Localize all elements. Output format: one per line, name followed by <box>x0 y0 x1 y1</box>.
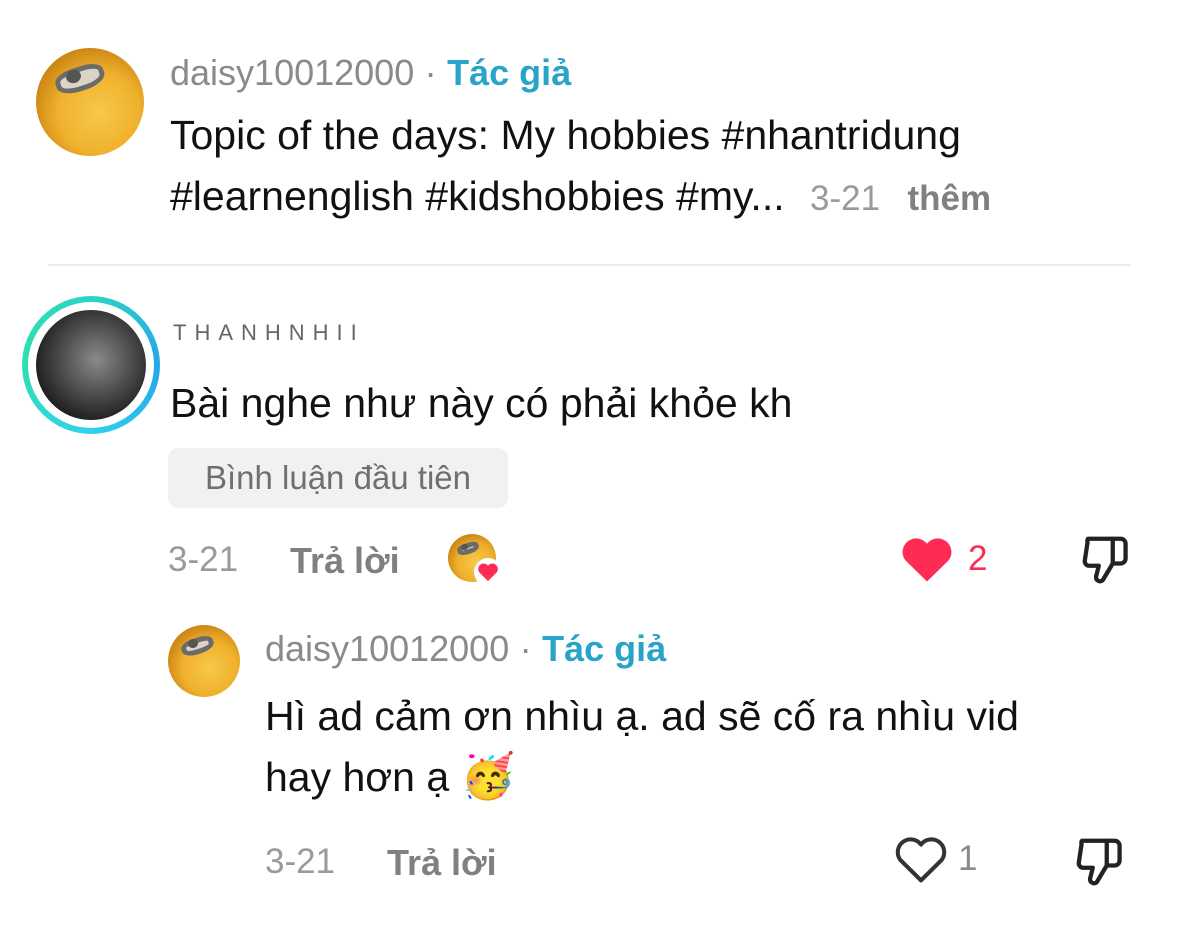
thumbs-down-icon <box>1082 536 1128 584</box>
post-caption-hashtags[interactable]: #learnenglish #kidshobbies #my... <box>170 173 785 219</box>
comment-date: 3-21 <box>168 540 239 579</box>
reply-text-end: hay hơn ạ <box>265 754 450 800</box>
heart-filled-icon <box>902 538 952 582</box>
reply-header: daisy10012000 · Tác giả <box>265 628 666 670</box>
more-link[interactable]: thêm <box>907 179 991 218</box>
party-face-emoji: 🥳 <box>460 752 516 801</box>
reply-like-count: 1 <box>958 839 978 878</box>
separator-dot: · <box>424 52 437 93</box>
author-liked-avatar-icon <box>448 534 502 588</box>
author-avatar[interactable] <box>36 48 144 156</box>
commenter-username[interactable]: THANHNHII <box>173 320 365 346</box>
post-caption-line2: #learnenglish #kidshobbies #my... 3-21 t… <box>170 165 991 230</box>
post-header: daisy10012000 · Tác giả <box>170 52 571 94</box>
reply-username[interactable]: daisy10012000 <box>265 628 509 669</box>
comment-like-button[interactable]: 2 <box>900 534 987 584</box>
separator-dot: · <box>519 628 532 669</box>
comment-text: Bài nghe như này có phải khỏe kh <box>170 380 793 426</box>
reply-author-avatar[interactable] <box>168 625 240 697</box>
comment-dislike-button[interactable] <box>1078 532 1134 591</box>
heart-outline-icon <box>895 837 947 883</box>
reply-text-line2: hay hơn ạ 🥳 <box>265 746 515 808</box>
first-comment-label: Bình luận đầu tiên <box>204 459 472 496</box>
reply-author-badge: Tác giả <box>542 628 667 669</box>
commenter-avatar <box>36 310 146 420</box>
reply-date: 3-21 <box>265 842 336 881</box>
first-comment-badge: Bình luận đầu tiên <box>168 448 508 508</box>
reply-text-line1: Hì ad cảm ơn nhìu ạ. ad sẽ cố ra nhìu vi… <box>265 693 1019 739</box>
post-date: 3-21 <box>810 179 881 218</box>
thumbs-down-icon <box>1076 838 1122 886</box>
reply-dislike-button[interactable] <box>1072 834 1128 893</box>
commenter-avatar-ring[interactable] <box>22 296 160 434</box>
divider <box>48 264 1131 266</box>
post-username[interactable]: daisy10012000 <box>170 52 414 93</box>
post-caption-line1: Topic of the days: My hobbies #nhantridu… <box>170 112 961 158</box>
comment-like-count: 2 <box>968 539 988 578</box>
reply-reply-button[interactable]: Trả lời <box>387 842 497 884</box>
comment-reply-button[interactable]: Trả lời <box>290 540 400 582</box>
reply-like-button[interactable]: 1 <box>894 834 977 884</box>
author-badge: Tác giả <box>447 52 572 93</box>
